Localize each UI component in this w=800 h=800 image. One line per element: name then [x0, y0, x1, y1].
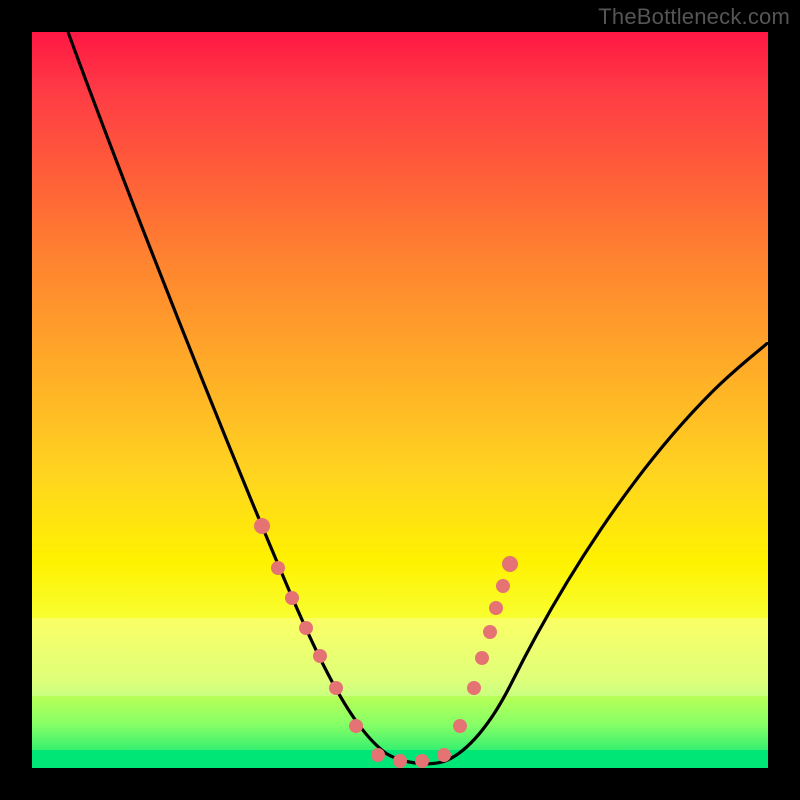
marker-dot	[371, 748, 385, 762]
marker-dot	[254, 518, 270, 534]
plot-area	[32, 32, 768, 768]
marker-dot	[467, 681, 481, 695]
marker-dot	[313, 649, 327, 663]
marker-dot	[393, 754, 407, 768]
marker-dot	[496, 579, 510, 593]
marker-dot	[437, 748, 451, 762]
marker-dot	[475, 651, 489, 665]
marker-dot	[299, 621, 313, 635]
marker-dot	[349, 719, 363, 733]
marker-dot	[415, 754, 429, 768]
marker-dot	[329, 681, 343, 695]
marker-dot	[483, 625, 497, 639]
marker-dot	[502, 556, 518, 572]
marker-dot	[453, 719, 467, 733]
marker-dot	[489, 601, 503, 615]
marker-dot	[285, 591, 299, 605]
watermark-text: TheBottleneck.com	[598, 4, 790, 30]
curve-svg	[32, 32, 768, 768]
bottleneck-curve	[68, 32, 768, 764]
marker-dot	[271, 561, 285, 575]
